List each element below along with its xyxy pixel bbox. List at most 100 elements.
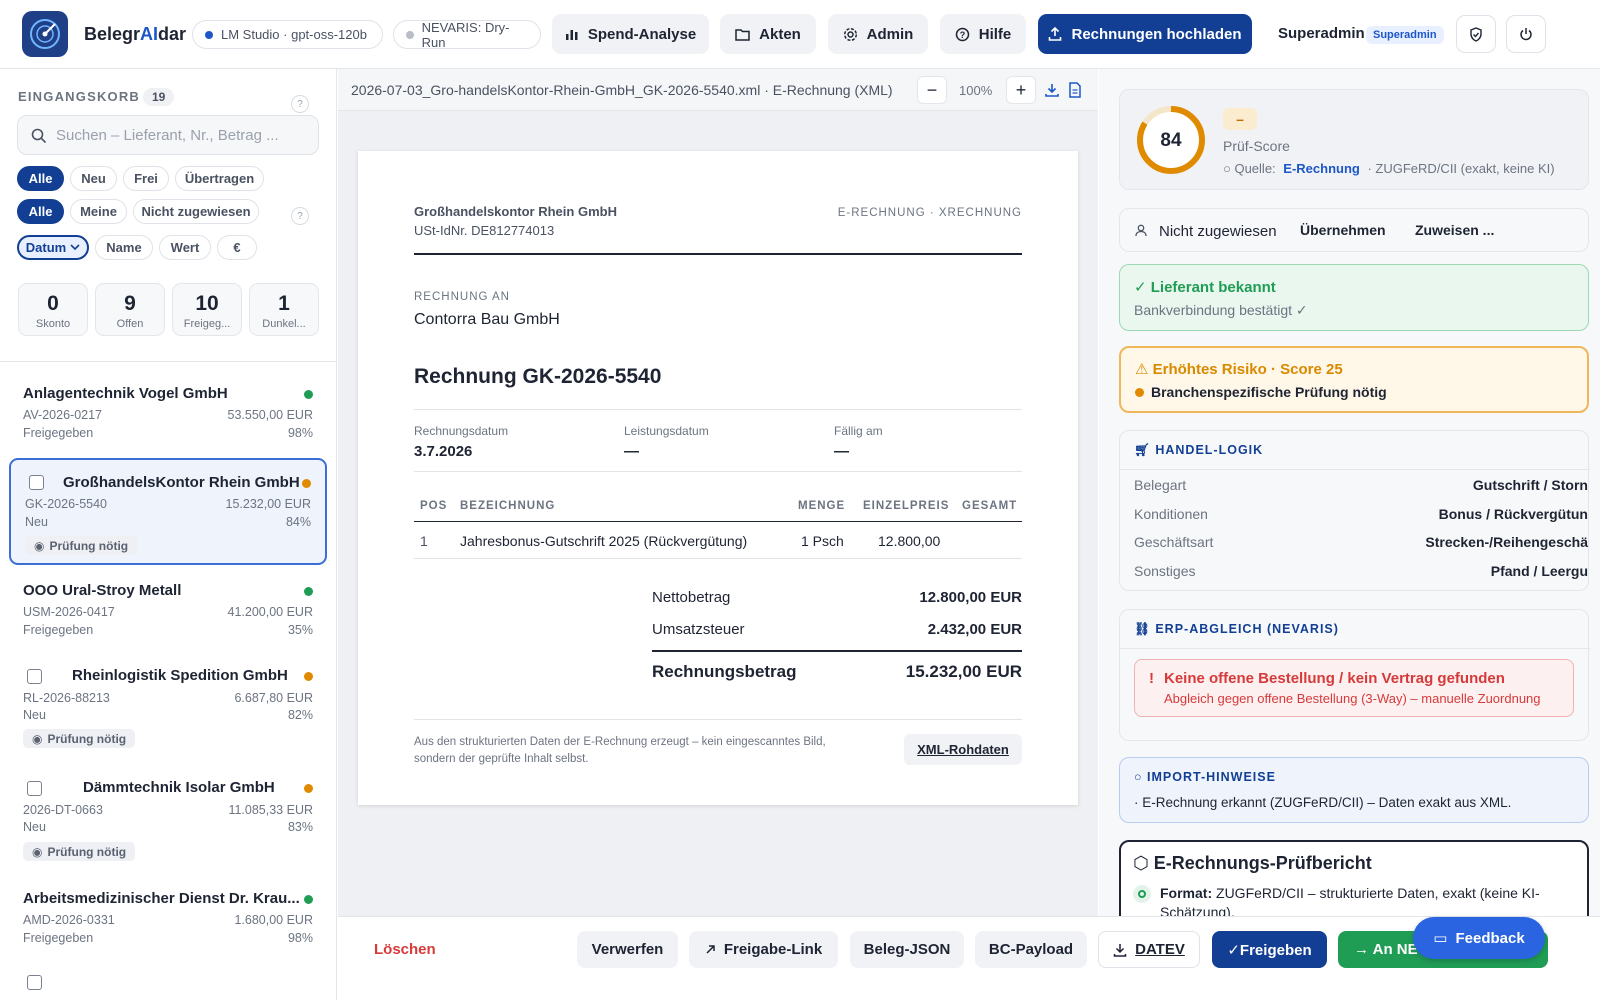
risk-item: Branchenspezifische Prüfung nötig bbox=[1135, 384, 1387, 400]
beleg-json-button[interactable]: Beleg-JSON bbox=[850, 931, 964, 968]
trade-row-value: Bonus / Rückvergütun bbox=[1438, 506, 1588, 522]
zoom-in-button[interactable]: + bbox=[1006, 76, 1036, 104]
logout-button[interactable] bbox=[1506, 15, 1546, 53]
app-logo[interactable] bbox=[22, 11, 68, 57]
sort-datum[interactable]: Datum bbox=[17, 235, 89, 260]
zoom-level: 100% bbox=[959, 83, 993, 98]
datev-export-button[interactable]: DATEV bbox=[1098, 931, 1200, 968]
nav-spend-analyse[interactable]: Spend-Analyse bbox=[552, 14, 709, 54]
assign-button[interactable]: Zuweisen ... bbox=[1415, 222, 1494, 238]
score-ring: 84 bbox=[1137, 106, 1205, 174]
share-link-button[interactable]: Freigabe-Link bbox=[689, 931, 838, 968]
filter-status-alle[interactable]: Alle bbox=[17, 166, 64, 191]
filter-status-neu[interactable]: Neu bbox=[70, 166, 117, 191]
inbox-item-selected[interactable]: GroßhandelsKontor Rhein GmbH GK-2026-554… bbox=[9, 458, 327, 565]
trade-logic-title: 🛒︎ HANDEL-LOGIK bbox=[1134, 443, 1264, 457]
download-button[interactable] bbox=[1044, 82, 1060, 101]
error-icon: ! bbox=[1149, 670, 1154, 687]
divider bbox=[414, 719, 1022, 720]
trade-row-label: Sonstiges bbox=[1134, 563, 1196, 579]
discard-button[interactable]: Verwerfen bbox=[577, 931, 678, 968]
document-toolbar: 2026-07-03_Gro-handelsKontor-Rhein-GmbH_… bbox=[338, 69, 1098, 111]
search-placeholder: Suchen – Lieferant, Nr., Betrag ... bbox=[56, 126, 279, 144]
stat-label: Freigeg... bbox=[183, 318, 231, 330]
open-document-button[interactable] bbox=[1068, 82, 1082, 101]
nevaris-status-pill[interactable]: NEVARIS: Dry-Run bbox=[393, 20, 541, 50]
inbox-search-input[interactable]: Suchen – Lieferant, Nr., Betrag ... bbox=[17, 115, 319, 155]
approve-button[interactable]: ✓Freigeben bbox=[1212, 931, 1327, 968]
score-label: Prüf-Score bbox=[1223, 138, 1290, 154]
zoom-out-button[interactable]: − bbox=[917, 76, 947, 104]
inbox-item[interactable]: Rheinlogistik Spedition GmbH RL-2026-882… bbox=[9, 667, 327, 749]
review-needed-badge: ◉ Prüfung nötig bbox=[23, 842, 136, 861]
seller-vat-id: USt-IdNr. DE812774013 bbox=[414, 223, 555, 238]
inbox-item[interactable]: Dämmtechnik Isolar GmbH 2026-DT-0663 11.… bbox=[9, 779, 327, 861]
source-link[interactable]: E-Rechnung bbox=[1283, 161, 1360, 176]
invoice-score: 82% bbox=[287, 708, 313, 722]
nav-admin[interactable]: Admin bbox=[828, 14, 928, 54]
erp-error-title: Keine offene Bestellung / kein Vertrag g… bbox=[1164, 670, 1505, 687]
import-notes-title: ○ IMPORT-HINWEISE bbox=[1134, 770, 1276, 784]
sort-name[interactable]: Name bbox=[95, 235, 153, 260]
shield-check-icon bbox=[1470, 26, 1482, 42]
stat-freigegeben[interactable]: 10 Freigeg... bbox=[172, 283, 242, 336]
model-status-pill[interactable]: LM Studio · gpt-oss-120b bbox=[192, 20, 383, 49]
item-checkbox[interactable] bbox=[27, 669, 42, 684]
gear-icon bbox=[843, 27, 857, 41]
delete-button[interactable]: Löschen bbox=[374, 941, 436, 958]
sort-wert[interactable]: Wert bbox=[159, 235, 211, 260]
inbox-item[interactable]: OOO Ural-Stroy Metall USM-2026-0417 41.2… bbox=[9, 582, 327, 642]
item-checkbox[interactable] bbox=[27, 975, 42, 990]
filter-status-frei[interactable]: Frei bbox=[123, 166, 169, 191]
item-checkbox[interactable] bbox=[27, 781, 42, 796]
invoice-title: Rechnung GK-2026-5540 bbox=[414, 365, 662, 388]
inbox-item[interactable]: Arbeitsmedizinischer Dienst Dr. Krau... … bbox=[9, 890, 327, 950]
status-dot-icon bbox=[302, 479, 311, 488]
filter-assign-meine[interactable]: Meine bbox=[70, 199, 127, 224]
filter-assign-unassigned[interactable]: Nicht zugewiesen bbox=[133, 199, 259, 224]
vendor-name: Arbeitsmedizinischer Dienst Dr. Krau... bbox=[23, 890, 300, 907]
stat-value: 1 bbox=[278, 292, 290, 315]
bc-payload-button[interactable]: BC-Payload bbox=[975, 931, 1087, 968]
trade-logic-card: 🛒︎ HANDEL-LOGIK Belegart Gutschrift / St… bbox=[1119, 430, 1590, 591]
sort-currency[interactable]: € bbox=[217, 235, 257, 260]
help-icon[interactable]: ? bbox=[291, 95, 309, 113]
feedback-button[interactable]: ▭ Feedback bbox=[1413, 917, 1545, 959]
nav-akten[interactable]: Akten bbox=[720, 14, 816, 54]
trade-row-label: Konditionen bbox=[1134, 506, 1208, 522]
report-title: ⬡ E-Rechnungs-Prüfbericht bbox=[1133, 853, 1372, 873]
stat-dunkel[interactable]: 1 Dunkel... bbox=[249, 283, 319, 336]
warning-icon: ⚠ bbox=[1135, 361, 1153, 378]
document-filename: 2026-07-03_Gro-handelsKontor-Rhein-GmbH_… bbox=[351, 82, 893, 98]
model-status-label: LM Studio · gpt-oss-120b bbox=[221, 27, 367, 42]
item-checkbox[interactable] bbox=[29, 475, 44, 490]
filter-assign-alle[interactable]: Alle bbox=[17, 199, 64, 224]
security-button[interactable] bbox=[1456, 15, 1496, 53]
stat-value: 0 bbox=[47, 292, 59, 315]
trade-row-value: Strecken-/Reihengeschä bbox=[1425, 534, 1588, 550]
upload-invoices-button[interactable]: Rechnungen hochladen bbox=[1038, 14, 1252, 54]
document-viewer: 2026-07-03_Gro-handelsKontor-Rhein-GmbH_… bbox=[338, 69, 1098, 1000]
invoice-amount: 1.680,00 EUR bbox=[234, 913, 313, 927]
inbox-item[interactable]: Anlagentechnik Vogel GmbH AV-2026-0217 5… bbox=[9, 385, 327, 445]
status-dot-icon bbox=[205, 30, 213, 39]
stat-label: Dunkel... bbox=[262, 318, 306, 330]
filter-status-uebertragen[interactable]: Übertragen bbox=[175, 166, 264, 191]
vendor-name: Rheinlogistik Spedition GmbH bbox=[72, 667, 288, 684]
invoice-number: RL-2026-88213 bbox=[23, 691, 110, 705]
brand-name: BelegrAIdar bbox=[84, 24, 187, 44]
column-header: MENGE bbox=[798, 500, 846, 512]
stat-skonto[interactable]: 0 Skonto bbox=[18, 283, 88, 336]
risk-title: ⚠ Erhöhtes Risiko · Score 25 bbox=[1135, 361, 1343, 378]
stat-offen[interactable]: 9 Offen bbox=[95, 283, 165, 336]
invoice-amount: 53.550,00 EUR bbox=[227, 408, 313, 422]
total-rule bbox=[652, 650, 1022, 652]
einvoice-report-card: ⬡ E-Rechnungs-Prüfbericht Format: ZUGFeR… bbox=[1119, 840, 1589, 916]
invoice-status: Freigegeben bbox=[23, 931, 94, 945]
chat-icon: ▭ bbox=[1433, 930, 1448, 947]
take-over-button[interactable]: Übernehmen bbox=[1300, 222, 1386, 238]
inbox-count: 19 bbox=[143, 88, 175, 106]
nav-hilfe[interactable]: ? Hilfe bbox=[940, 14, 1026, 54]
xml-raw-data-button[interactable]: XML-Rohdaten bbox=[904, 734, 1022, 765]
help-icon[interactable]: ? bbox=[291, 207, 309, 225]
